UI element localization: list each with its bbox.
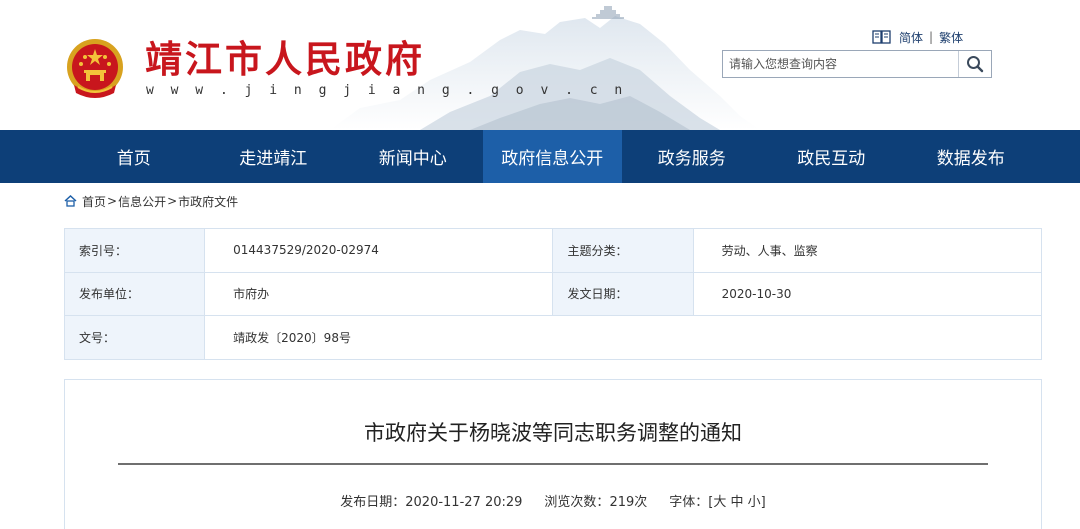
breadcrumb-separator: > <box>107 194 118 208</box>
table-row: 发布单位： 市府办 发文日期： 2020-10-30 <box>63 271 1043 317</box>
book-icon <box>872 30 891 44</box>
font-size-large-button[interactable]: 大 <box>713 495 726 510</box>
topic-label: 主题分类： <box>552 228 694 273</box>
breadcrumb-info-disclosure[interactable]: 信息公开 <box>118 193 166 210</box>
view-count-value: 219次 <box>609 495 648 510</box>
title-divider <box>118 463 988 465</box>
nav-item-gov-services[interactable]: 政务服务 <box>622 130 762 183</box>
document-number-label: 文号： <box>63 315 206 360</box>
breadcrumb-city-gov-documents[interactable]: 市政府文件 <box>178 193 238 210</box>
site-url: w w w . j i n g j i a n g . g o v . c n <box>146 83 627 98</box>
article-meta: 发布日期：2020-11-27 20:29 浏览次数：219次 字体：[大 中 小] <box>65 491 1041 510</box>
publisher-value: 市府办 <box>204 271 554 317</box>
language-switch: 简体 | 繁体 <box>872 29 963 45</box>
font-size-small-button[interactable]: 小 <box>748 495 761 510</box>
home-icon <box>64 195 77 207</box>
traditional-chinese-link[interactable]: 繁体 <box>939 29 963 46</box>
document-number-value: 靖政发〔2020〕98号 <box>204 315 1042 360</box>
nav-item-news-center[interactable]: 新闻中心 <box>343 130 483 183</box>
table-row: 文号： 靖政发〔2020〕98号 <box>63 315 1042 360</box>
lang-separator: | <box>929 30 934 44</box>
issue-date-value: 2020-10-30 <box>692 271 1043 317</box>
font-size-bracket: ] <box>760 495 766 510</box>
main-nav: 首页 走进靖江 新闻中心 政府信息公开 政务服务 政民互动 数据发布 <box>0 130 1080 183</box>
nav-item-about-jingjiang[interactable]: 走进靖江 <box>204 130 344 183</box>
table-row: 索引号： 014437529/2020-02974 主题分类： 劳动、人事、监察 <box>63 228 1043 273</box>
nav-item-home[interactable]: 首页 <box>64 130 204 183</box>
breadcrumb: 首页 > 信息公开 > 市政府文件 <box>64 192 238 210</box>
search-box <box>722 50 992 78</box>
search-input[interactable] <box>723 51 959 77</box>
site-title: 靖江市人民政府 <box>145 37 425 81</box>
font-size-medium-button[interactable]: 中 <box>731 495 744 510</box>
search-button[interactable] <box>958 51 991 77</box>
site-header: 靖江市人民政府 w w w . j i n g j i a n g . g o … <box>0 0 1080 130</box>
font-size-label: 字体：[ <box>669 495 714 510</box>
national-emblem-icon <box>67 39 123 98</box>
issue-date-label: 发文日期： <box>552 271 694 317</box>
breadcrumb-separator: > <box>167 194 178 208</box>
index-value: 014437529/2020-02974 <box>204 228 554 273</box>
publish-date-value: 2020-11-27 20:29 <box>405 495 523 510</box>
publisher-label: 发布单位： <box>63 271 206 317</box>
publish-date-label: 发布日期： <box>340 495 406 510</box>
simplified-chinese-link[interactable]: 简体 <box>899 29 923 46</box>
nav-item-public-interaction[interactable]: 政民互动 <box>762 130 902 183</box>
document-info-table: 索引号： 014437529/2020-02974 主题分类： 劳动、人事、监察… <box>63 228 1043 360</box>
index-label: 索引号： <box>63 228 206 273</box>
nav-item-data-release[interactable]: 数据发布 <box>901 130 1041 183</box>
article-title: 市政府关于杨晓波等同志职务调整的通知 <box>364 421 742 445</box>
nav-item-gov-info-disclosure[interactable]: 政府信息公开 <box>482 130 622 183</box>
topic-value: 劳动、人事、监察 <box>692 228 1043 273</box>
view-count-label: 浏览次数： <box>544 495 610 510</box>
search-icon <box>967 56 984 73</box>
article-panel: 市政府关于杨晓波等同志职务调整的通知 发布日期：2020-11-27 20:29… <box>64 379 1042 529</box>
breadcrumb-home[interactable]: 首页 <box>82 193 106 210</box>
